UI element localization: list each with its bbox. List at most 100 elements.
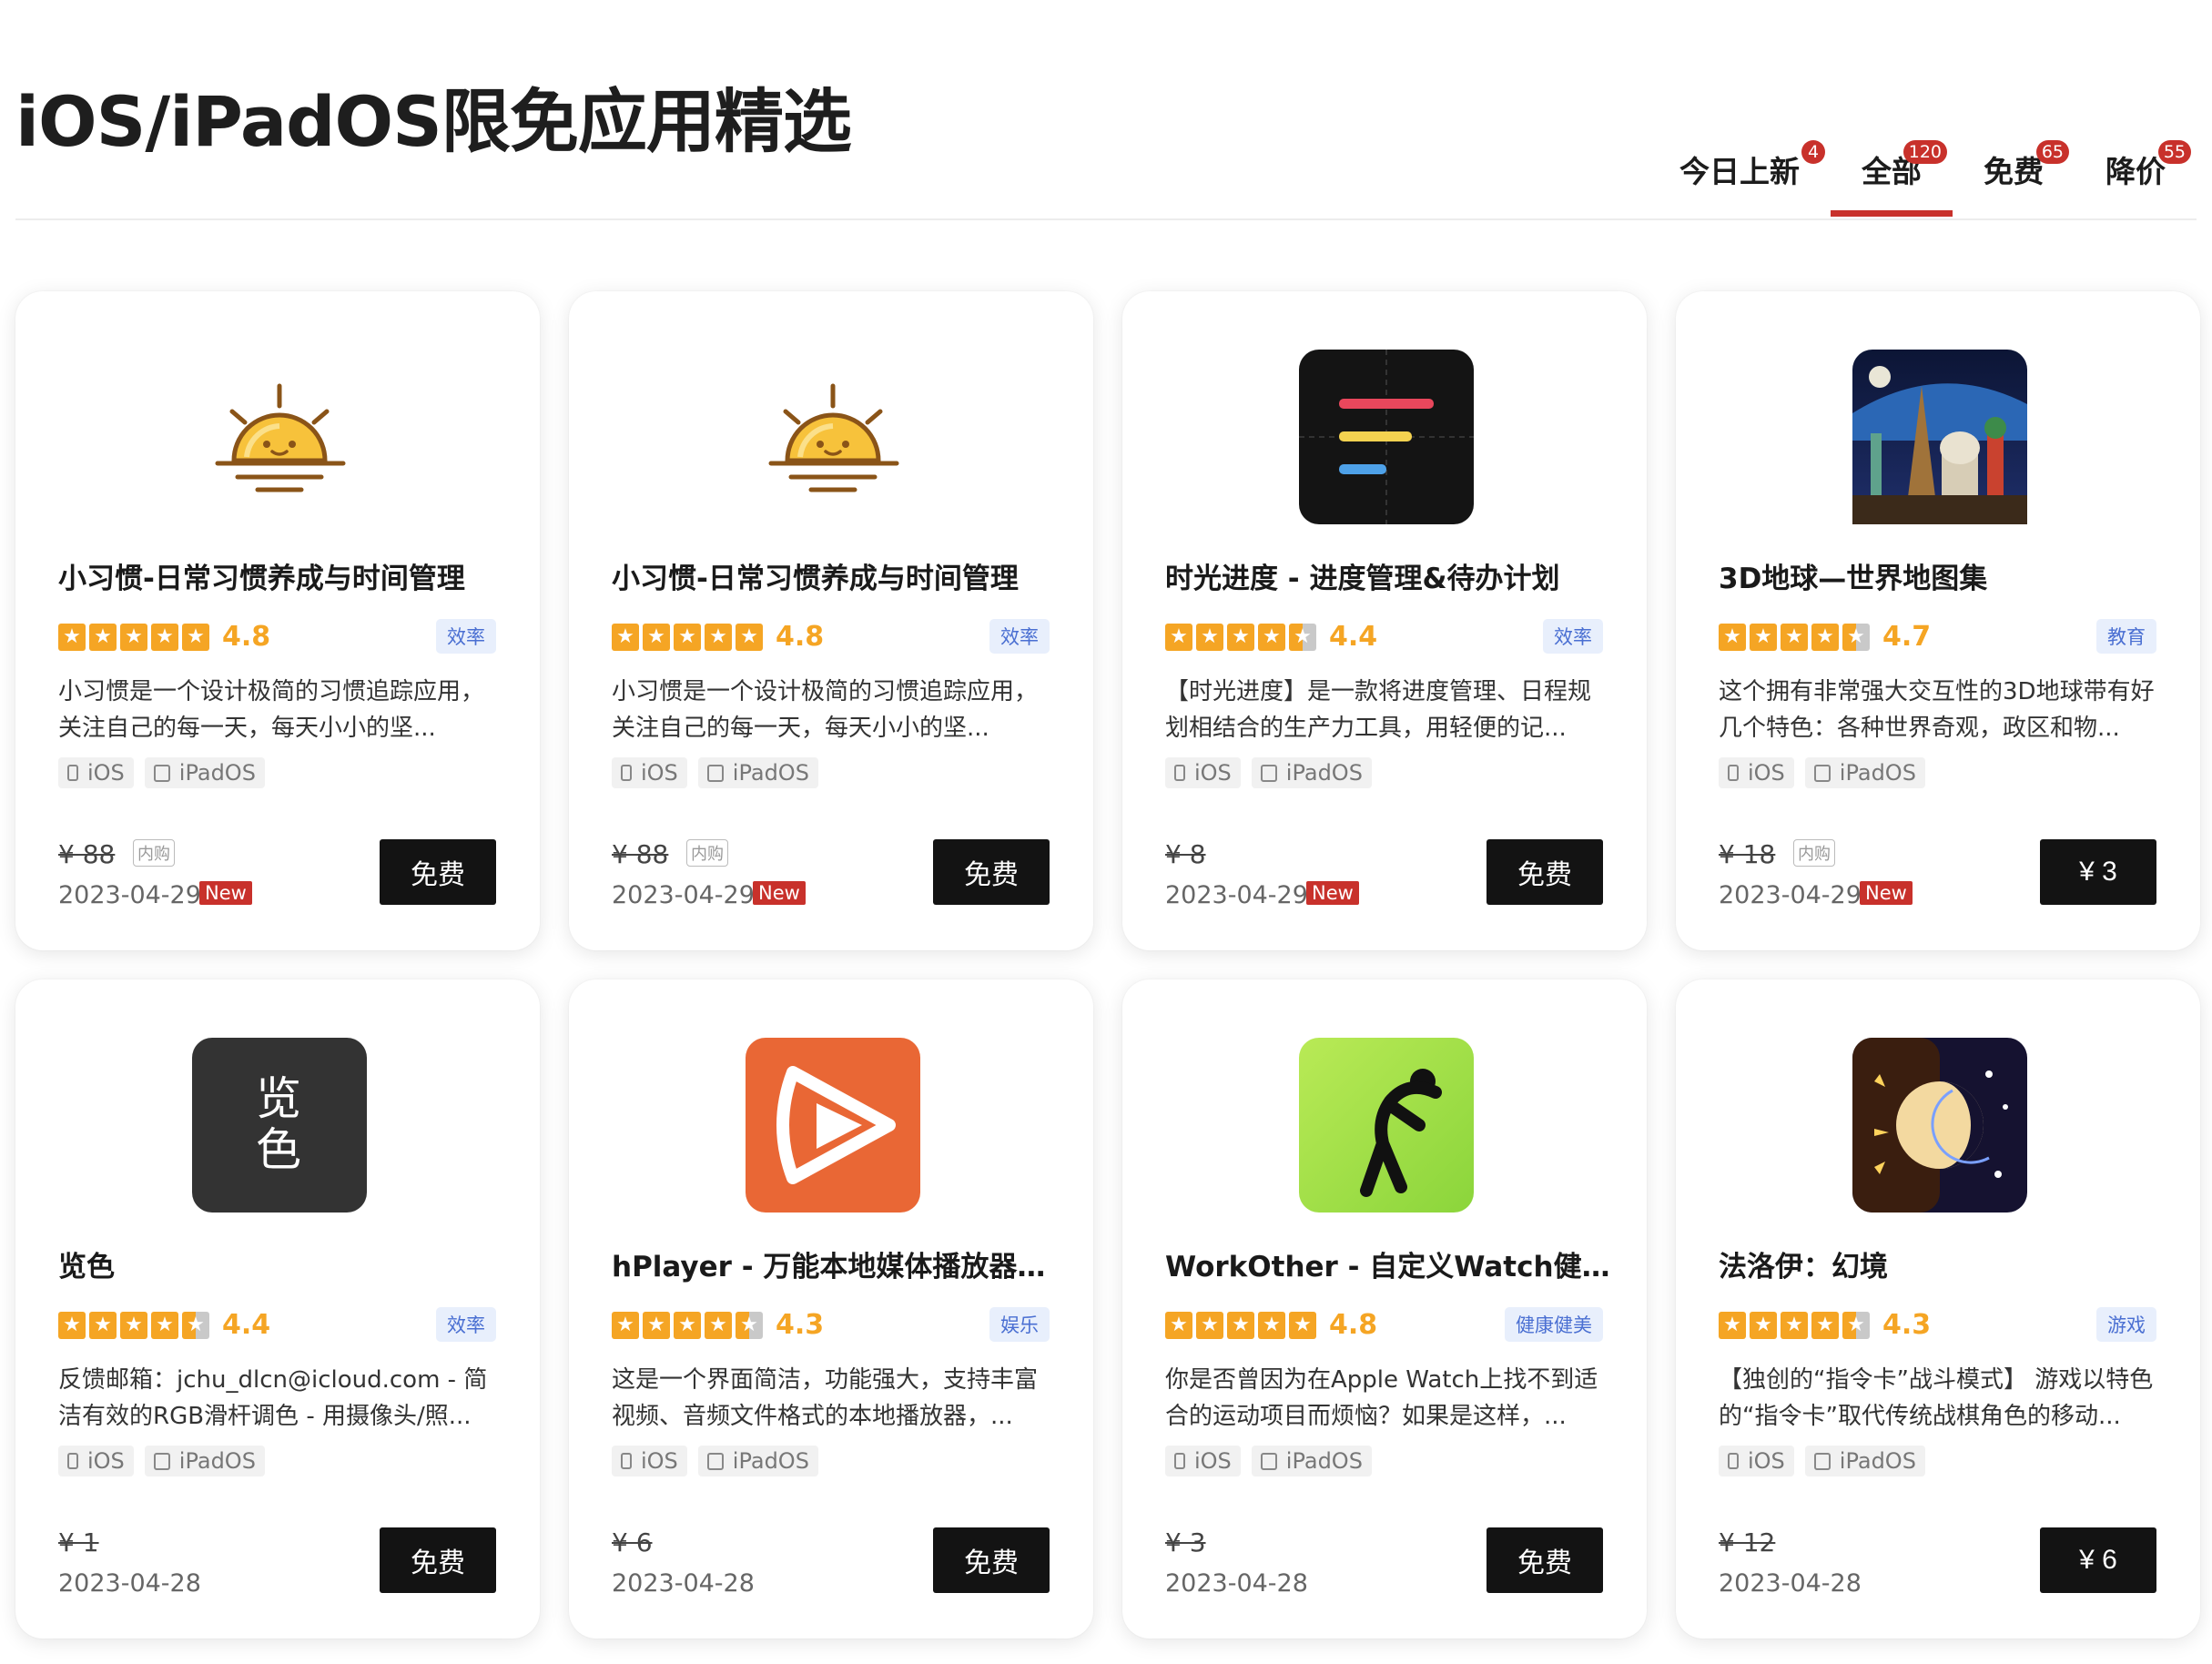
phone-icon [67, 765, 78, 781]
tab-today-new[interactable]: 今日上新 4 [1649, 137, 1831, 217]
star-icon: ★ [705, 623, 732, 651]
tab-label: 降价 [2105, 154, 2166, 189]
tablet-icon [153, 764, 170, 782]
platform-label: iPadOS [1285, 760, 1363, 786]
category-tag: 健康健美 [1505, 1307, 1603, 1342]
get-price-button[interactable]: 免费 [933, 839, 1050, 905]
app-card[interactable]: 法洛伊：幻境 ★ ★ ★ ★ ★ 4.3 游戏 【独创的“指令卡”战斗模式】 游戏以特色… [1676, 979, 2200, 1639]
app-card[interactable]: 时光进度 - 进度管理&待办计划 ★ ★ ★ ★ ★ 4.4 效率 【时光进度】是一款将… [1122, 291, 1647, 950]
release-date: 2023-04-28 [612, 1569, 755, 1598]
tablet-icon [153, 1452, 170, 1470]
star-icon: ★ [1719, 623, 1746, 651]
app-name: 3D地球—世界地图集 [1719, 563, 1988, 595]
platform-ios: iOS [612, 757, 687, 788]
tab-label: 免费 [1984, 154, 2044, 189]
platform-label: iOS [1748, 760, 1785, 786]
category-tag: 效率 [436, 619, 496, 654]
category-tag: 教育 [2096, 619, 2156, 654]
platform-ipados: iPadOS [697, 757, 818, 788]
star-icon: ★ [736, 1311, 763, 1339]
phone-icon [621, 765, 632, 781]
app-card[interactable]: 小习惯-日常习惯养成与时间管理 ★ ★ ★ ★ ★ 4.8 效率 小习惯是一个设计极简的… [569, 291, 1093, 950]
star-icon: ★ [151, 623, 178, 651]
phone-icon [1174, 1453, 1185, 1469]
category-tag: 娱乐 [989, 1307, 1050, 1342]
original-price: ¥ 12 [1719, 1527, 1776, 1557]
platform-ipados: iPadOS [144, 757, 265, 788]
iap-badge: 内购 [1793, 839, 1835, 867]
star-icon: ★ [89, 1311, 117, 1339]
app-description: 反馈邮箱：jchu_dlcn@icloud.com - 简洁有效的RGB滑杆调色… [58, 1366, 488, 1430]
rating: ★ ★ ★ ★ ★ 4.4 [1165, 621, 1377, 653]
get-price-button[interactable]: 免费 [380, 1527, 496, 1593]
release-date: 2023-04-29 [1165, 881, 1308, 909]
get-price-button[interactable]: ¥ 3 [2040, 839, 2156, 905]
star-icon: ★ [1258, 623, 1285, 651]
star-icon: ★ [1811, 1311, 1839, 1339]
platform-ipados: iPadOS [697, 1446, 818, 1476]
platform-label: iPadOS [1839, 1448, 1916, 1474]
phone-icon [1728, 765, 1739, 781]
svg-text:览: 览 [256, 1072, 301, 1125]
app-card[interactable]: 小习惯-日常习惯养成与时间管理 ★ ★ ★ ★ ★ 4.8 效率 小习惯是一个设计极简的… [15, 291, 540, 950]
app-card[interactable]: WorkOther - 自定义Watch健身... ★ ★ ★ ★ ★ 4.8 健康健美… [1122, 979, 1647, 1639]
star-icon: ★ [1719, 1311, 1746, 1339]
star-icon: ★ [643, 623, 670, 651]
star-icon: ★ [58, 623, 86, 651]
phone-icon [67, 1453, 78, 1469]
iap-badge: 内购 [133, 839, 175, 867]
new-badge: New [753, 881, 806, 905]
platform-ios: iOS [612, 1446, 687, 1476]
platform-ipados: iPadOS [1251, 757, 1372, 788]
original-price: ¥ 8 [1165, 839, 1206, 869]
release-date: 2023-04-29 [58, 881, 201, 909]
app-card[interactable]: 3D地球—世界地图集 ★ ★ ★ ★ ★ 4.7 教育 这个拥有非常强大交互性的3D地球… [1676, 291, 2200, 950]
phone-icon [1728, 1453, 1739, 1469]
tab-all[interactable]: 全部 120 [1831, 137, 1953, 217]
tab-free[interactable]: 免费 65 [1953, 137, 2075, 217]
rating: ★ ★ ★ ★ ★ 4.8 [612, 621, 824, 653]
app-description: 你是否曾因为在Apple Watch上找不到适合的运动项目而烦恼？如果是这样，.… [1165, 1366, 1598, 1430]
app-description: 这个拥有非常强大交互性的3D地球带有好几个特色：各种世界奇观，政区和物... [1719, 678, 2155, 742]
platform-list: iOS iPadOS [1165, 1446, 1383, 1476]
rating: ★ ★ ★ ★ ★ 4.4 [58, 1309, 270, 1341]
release-date: 2023-04-28 [58, 1569, 201, 1598]
app-name: hPlayer - 万能本地媒体播放器&... [612, 1251, 1057, 1284]
get-price-button[interactable]: 免费 [1487, 839, 1603, 905]
rating-score: 4.8 [776, 621, 825, 653]
platform-label: iPadOS [732, 1448, 809, 1474]
rating: ★ ★ ★ ★ ★ 4.8 [58, 621, 270, 653]
star-icon: ★ [612, 1311, 639, 1339]
star-icon: ★ [1842, 623, 1870, 651]
release-date: 2023-04-28 [1719, 1569, 1862, 1598]
page-title: iOS/iPadOS限免应用精选 [15, 81, 852, 162]
get-price-button[interactable]: ¥ 6 [2040, 1527, 2156, 1593]
platform-list: iOS iPadOS [612, 757, 829, 788]
platform-label: iPadOS [1839, 760, 1916, 786]
app-name: 览色 [58, 1251, 115, 1284]
star-icon: ★ [1781, 1311, 1808, 1339]
app-card[interactable]: 览 色 览色 ★ ★ ★ ★ ★ 4.4 效率 反馈邮箱：jchu_dlcn@iclou… [15, 979, 540, 1639]
original-price: ¥ 1 [58, 1527, 99, 1557]
tablet-icon [1813, 1452, 1831, 1470]
platform-list: iOS iPadOS [612, 1446, 829, 1476]
star-icon: ★ [705, 1311, 732, 1339]
app-description: 【独创的“指令卡”战斗模式】 游戏以特色的“指令卡”取代传统战棋角色的移动... [1719, 1366, 2154, 1430]
sunrise-icon [746, 350, 920, 524]
tab-count-badge: 4 [1801, 140, 1825, 164]
star-icon: ★ [1842, 1311, 1870, 1339]
get-price-button[interactable]: 免费 [1487, 1527, 1603, 1593]
star-icon: ★ [182, 1311, 209, 1339]
star-icon: ★ [58, 1311, 86, 1339]
app-description: 小习惯是一个设计极简的习惯追踪应用，关注自己的每一天，每天小小的坚... [612, 678, 1039, 742]
tablet-icon [1260, 764, 1277, 782]
app-name: 小习惯-日常习惯养成与时间管理 [58, 563, 465, 595]
get-price-button[interactable]: 免费 [380, 839, 496, 905]
rating-score: 4.3 [776, 1309, 825, 1341]
tablet-icon [706, 764, 724, 782]
tab-price-drop[interactable]: 降价 55 [2075, 137, 2197, 217]
get-price-button[interactable]: 免费 [933, 1527, 1050, 1593]
app-card[interactable]: hPlayer - 万能本地媒体播放器&... ★ ★ ★ ★ ★ 4.3 娱乐 这是一… [569, 979, 1093, 1639]
iap-badge: 内购 [686, 839, 728, 867]
star-icon: ★ [120, 1311, 147, 1339]
